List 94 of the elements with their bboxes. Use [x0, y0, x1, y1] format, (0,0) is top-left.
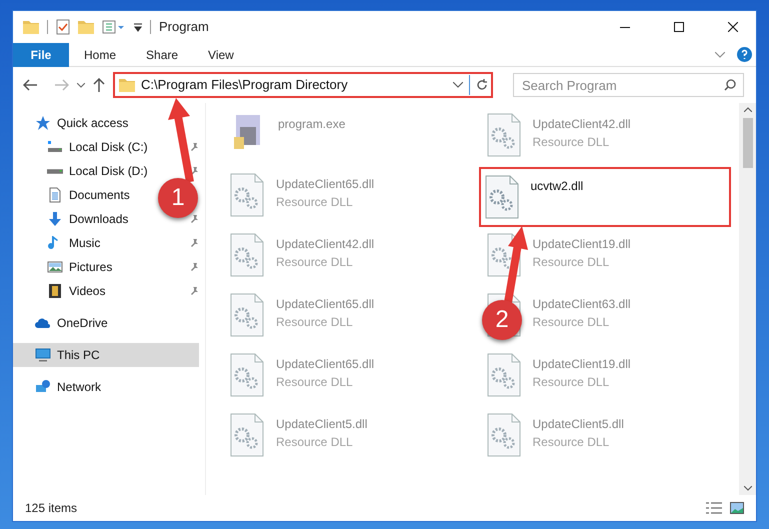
file-name[interactable]: UpdateClient19.dll — [532, 355, 631, 373]
file-type: Resource DLL — [276, 254, 354, 271]
caret-icon[interactable] — [453, 82, 463, 88]
file-name[interactable]: UpdateClient65.dll — [276, 175, 374, 193]
file-type: Resource DLL — [532, 254, 610, 271]
monitor-icon — [35, 347, 51, 363]
folder-icon — [119, 78, 135, 92]
sidebar-label: Local Disk (D:) — [69, 163, 148, 180]
gear-file-icon — [486, 413, 520, 457]
sidebar-item[interactable]: Quick access — [13, 111, 134, 135]
file-name[interactable]: UpdateClient42.dll — [532, 115, 631, 133]
file-type: Resource DLL — [276, 194, 354, 211]
large-icons-view-icon[interactable] — [730, 502, 744, 514]
search-icon — [724, 79, 736, 91]
sidebar-label: Pictures — [69, 259, 112, 276]
dropdown-icon[interactable] — [134, 22, 142, 32]
folder-icon — [23, 20, 39, 34]
refresh-icon[interactable] — [476, 79, 488, 91]
gear-file-icon — [486, 113, 520, 157]
sidebar-label: Local Disk (C:) — [69, 139, 148, 156]
ribbon-tab[interactable]: View — [193, 42, 249, 66]
file-name[interactable]: UpdateClient42.dll — [276, 235, 374, 253]
gear-file-icon — [230, 413, 264, 457]
scroll-down-icon[interactable] — [744, 486, 752, 491]
file-type: Resource DLL — [532, 434, 610, 451]
maximize-icon — [674, 22, 684, 32]
close-icon — [728, 22, 738, 32]
sidebar-item[interactable]: Network — [13, 375, 108, 399]
file-name[interactable]: ucvtw2.dll — [530, 177, 584, 195]
sidebar-label: Network — [57, 379, 102, 396]
sidebar-item[interactable]: Local Disk (C:) — [13, 135, 154, 159]
up-arrow-icon[interactable] — [93, 78, 105, 92]
sidebar-item[interactable]: Pictures — [13, 255, 118, 279]
file-name[interactable]: UpdateClient63.dll — [532, 295, 631, 313]
chevron-icon[interactable] — [715, 52, 725, 58]
gear-file-icon — [484, 175, 518, 219]
caret-icon[interactable] — [77, 82, 85, 88]
customize-icon[interactable] — [102, 20, 126, 34]
film-icon — [47, 283, 63, 299]
new-folder-icon — [78, 20, 94, 34]
file-type: Resource DLL — [276, 434, 354, 451]
sidebar-item[interactable]: Documents — [13, 183, 136, 207]
sidebar-label: This PC — [57, 347, 100, 364]
ribbon-tab[interactable]: Share — [131, 42, 194, 66]
star-icon — [35, 115, 51, 131]
gear-file-icon — [230, 353, 264, 397]
ribbon-tab[interactable]: File — [13, 42, 69, 66]
sidebar-label: Quick access — [57, 115, 128, 132]
sidebar-label: OneDrive — [57, 315, 108, 332]
gear-file-icon — [230, 293, 264, 337]
search-field[interactable]: Search Program — [513, 73, 744, 97]
window-title: Program — [159, 18, 210, 36]
drive-icon — [47, 168, 63, 174]
sidebar-label: Downloads — [69, 211, 128, 228]
sidebar-item[interactable]: Local Disk (D:) — [13, 159, 154, 183]
help-icon[interactable] — [737, 47, 752, 62]
file-name[interactable]: UpdateClient65.dll — [276, 355, 374, 373]
sidebar-item[interactable]: Videos — [13, 279, 112, 303]
gear-file-icon — [230, 233, 264, 277]
scroll-up-icon[interactable] — [744, 107, 752, 112]
address-bar[interactable]: C:\Program Files\Program Directory — [113, 72, 493, 98]
item-count: 125 items — [25, 500, 78, 517]
file-name[interactable]: UpdateClient5.dll — [532, 415, 624, 433]
file-type: Resource DLL — [532, 374, 610, 391]
file-name[interactable]: UpdateClient5.dll — [276, 415, 368, 433]
back-arrow-icon[interactable] — [23, 79, 37, 91]
gear-file-icon — [486, 353, 520, 397]
ribbon-tab[interactable]: Home — [69, 42, 132, 66]
picture-icon — [47, 259, 63, 275]
down-arrow-icon — [47, 211, 63, 227]
file-type: Resource DLL — [276, 374, 354, 391]
file-type: Resource DLL — [532, 314, 610, 331]
file-name[interactable]: program.exe — [278, 115, 346, 133]
network-icon — [35, 379, 51, 395]
sidebar-item[interactable]: This PC — [13, 343, 199, 367]
sidebar-item[interactable]: Music — [13, 231, 106, 255]
file-name[interactable]: UpdateClient19.dll — [532, 235, 631, 253]
sidebar-item[interactable]: OneDrive — [13, 311, 114, 335]
gear-file-icon — [230, 173, 264, 217]
file-name[interactable]: UpdateClient65.dll — [276, 295, 374, 313]
address-path: C:\Program Files\Program Directory — [141, 76, 349, 94]
file-type: Resource DLL — [276, 314, 354, 331]
properties-icon[interactable] — [56, 19, 70, 35]
minimize-icon — [620, 26, 630, 28]
file-type: Resource DLL — [532, 134, 610, 151]
sidebar-label: Music — [69, 235, 100, 252]
scroll-thumb[interactable] — [742, 118, 752, 168]
drive-icon — [47, 139, 63, 155]
sidebar-item[interactable]: Downloads — [13, 207, 134, 231]
sidebar-label: Documents — [69, 187, 130, 204]
document-icon — [47, 187, 63, 203]
scrollbar[interactable] — [739, 103, 756, 495]
sidebar-label: Videos — [69, 283, 106, 300]
details-view-icon[interactable] — [706, 502, 722, 514]
